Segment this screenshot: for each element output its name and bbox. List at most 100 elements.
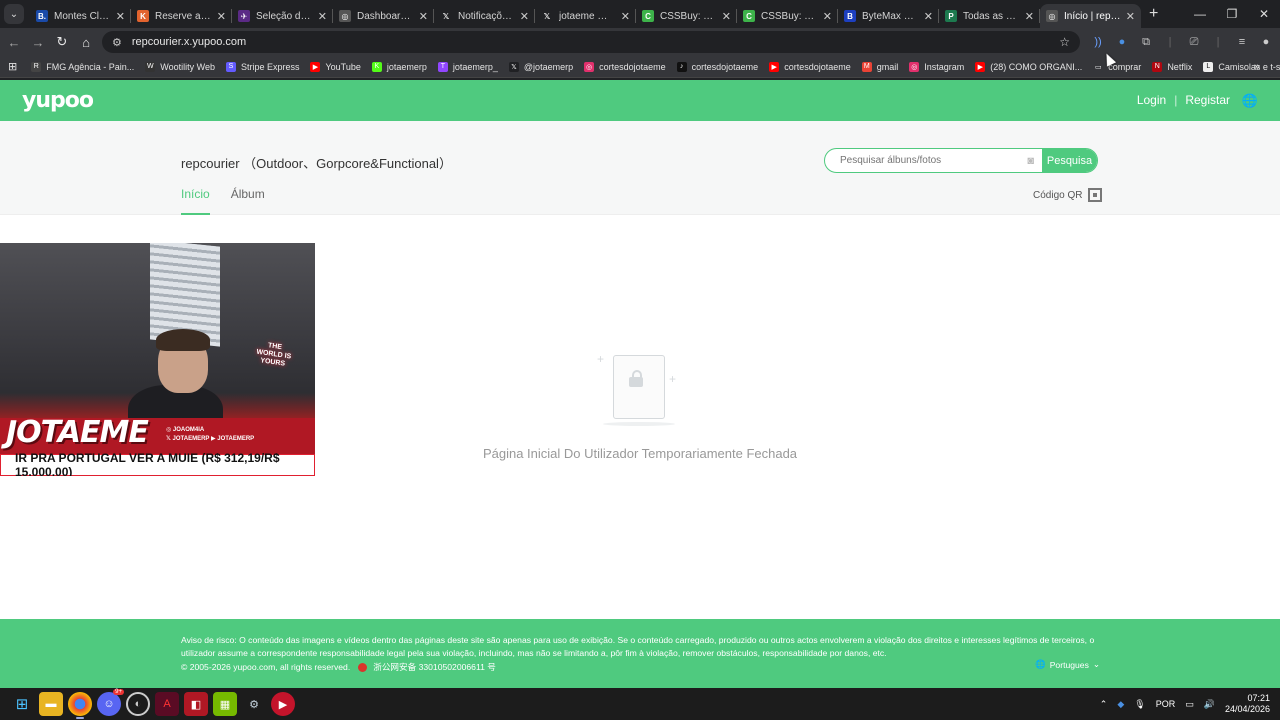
tab-search-button[interactable]: ⌄ — [4, 4, 24, 24]
x-icon: 𝕏 — [440, 10, 452, 22]
browser-tab[interactable]: ◎ Início | repcou ✕ — [1040, 4, 1141, 28]
bookmarks-bar: ⊞ R FMG Agência - Pain... W Wootility Web S S… — [0, 56, 1280, 78]
bookmark-label: cortesdojotaeme — [691, 61, 759, 72]
bookmark-item[interactable]: ▶ cortesdojotaeme — [769, 61, 851, 72]
search-input[interactable] — [825, 155, 1028, 166]
camera-icon[interactable]: ◙ — [1027, 155, 1034, 167]
p-icon: P — [945, 10, 957, 22]
yupoo-logo[interactable]: yupoo — [22, 88, 94, 113]
tab-inicio[interactable]: Início — [181, 187, 210, 215]
media-player-icon[interactable]: ▶ — [271, 692, 295, 716]
qr-code-link[interactable]: Código QR — [1033, 188, 1103, 202]
close-tab-icon[interactable]: ✕ — [1025, 10, 1034, 23]
adobe-icon[interactable]: A — [155, 692, 179, 716]
login-link[interactable]: Login — [1137, 93, 1166, 107]
bookmark-item[interactable]: ◎ Instagram — [909, 61, 964, 72]
home-button[interactable]: ⌂ — [74, 35, 98, 50]
bookmark-item[interactable]: ▭ comprar — [1093, 61, 1141, 72]
close-window-button[interactable]: ✕ — [1248, 0, 1280, 28]
bookmark-item[interactable]: ◎ cortesdojotaeme — [584, 61, 666, 72]
discord-icon[interactable]: ☺ 9+ — [97, 689, 124, 716]
bookmark-item[interactable]: W Wootility Web — [145, 61, 215, 72]
globe-icon[interactable]: 🌐 — [1242, 93, 1258, 109]
chrome-icon[interactable] — [68, 692, 92, 719]
apps-grid-icon[interactable]: ⊞ — [8, 60, 17, 73]
browser-tab[interactable]: B ByteMax Excha ✕ — [838, 4, 939, 28]
bookmark-item[interactable]: ♪ cortesdojotaeme — [676, 61, 759, 72]
close-tab-icon[interactable]: ✕ — [924, 10, 933, 23]
bookmark-favicon-icon: ▭ — [1093, 61, 1104, 72]
tab-album[interactable]: Álbum — [231, 187, 265, 215]
browser-tab[interactable]: C CSSBuy: Taoba ✕ — [737, 4, 838, 28]
bookmark-item[interactable]: N Netflix — [1152, 61, 1192, 72]
browser-tab[interactable]: C CSSBuy: Taoba ✕ — [636, 4, 737, 28]
tray-overflow-icon[interactable]: ⌃ — [1100, 699, 1108, 710]
browser-tab[interactable]: 𝕏 Notificações / ✕ — [434, 4, 535, 28]
social-handles: ◎ JOAOM4IA 𝕏 JOTAEMERP ▶ JOTAEMERP — [166, 426, 254, 444]
browser-tab[interactable]: B. Montes Claros ✕ — [30, 4, 131, 28]
extension-icon[interactable]: )) — [1086, 36, 1110, 48]
address-bar[interactable]: ⚙ repcourier.x.yupoo.com ☆ — [102, 31, 1080, 53]
close-tab-icon[interactable]: ✕ — [823, 10, 832, 23]
browser-tab[interactable]: 𝕏jotaeme 🇧🇷 (@j ✕ — [535, 4, 636, 28]
reading-list-icon[interactable]: ≡ — [1230, 36, 1254, 48]
volume-icon[interactable]: 🔊 — [1204, 699, 1215, 710]
bookmark-item[interactable]: Kjotaemerp — [371, 61, 427, 72]
windows-start-icon[interactable]: ⊞ — [10, 692, 34, 716]
cast-icon[interactable]: ⎚ — [1182, 36, 1206, 49]
bookmark-item[interactable]: ▶ (28) COMO ORGANI... — [975, 61, 1082, 72]
close-tab-icon[interactable]: ✕ — [217, 10, 226, 23]
clock[interactable]: 07:21 24/04/2026 — [1225, 693, 1270, 715]
browser-tab[interactable]: K Reserve agora ✕ — [131, 4, 232, 28]
tab-strip: ⌄ B. Montes Claros ✕ K Reserve agora ✕ ✈ Seleçã… — [0, 0, 1280, 28]
bookmark-item[interactable]: R FMG Agência - Pain... — [31, 61, 134, 72]
extension-icon[interactable]: ● — [1110, 36, 1134, 48]
icp-link[interactable]: 浙公网安备 33010502006611 号 — [373, 661, 496, 673]
close-tab-icon[interactable]: ✕ — [520, 10, 529, 23]
search-button[interactable]: Pesquisa — [1042, 149, 1097, 172]
maximize-button[interactable]: ❐ — [1216, 0, 1248, 28]
bookmark-item[interactable]: Mgmail — [861, 61, 898, 72]
file-explorer-icon[interactable]: ▬ — [39, 692, 63, 716]
bookmark-label: jotaemerp_ — [452, 61, 498, 72]
extensions-puzzle-icon[interactable]: ⧉ — [1134, 36, 1158, 49]
qr-code-icon — [1088, 188, 1103, 202]
bookmark-label: cortesdojotaeme — [599, 61, 666, 72]
bookmark-item[interactable]: S Stripe Express — [225, 61, 299, 72]
language-indicator[interactable]: POR — [1156, 699, 1176, 709]
register-link[interactable]: Registar — [1185, 93, 1230, 107]
close-tab-icon[interactable]: ✕ — [419, 10, 428, 23]
language-selector[interactable]: 🌐 Portugues ⌄ — [1035, 659, 1100, 670]
cssbuy-icon: C — [642, 10, 654, 22]
nvidia-icon[interactable]: ▦ — [213, 692, 237, 716]
reload-button[interactable]: ↻ — [50, 34, 74, 50]
close-tab-icon[interactable]: ✕ — [116, 10, 125, 23]
site-info-icon[interactable]: ⚙ — [112, 36, 122, 49]
obs-icon[interactable]: ◐ — [126, 692, 150, 716]
bookmark-item[interactable]: L Camisolas e t-shirts... — [1203, 61, 1280, 72]
back-button[interactable]: ← — [2, 35, 26, 50]
browser-tab[interactable]: ✈ Seleção de vo ✕ — [232, 4, 333, 28]
bookmark-item[interactable]: ▶ YouTube — [310, 61, 361, 72]
close-tab-icon[interactable]: ✕ — [722, 10, 731, 23]
elgato-icon[interactable]: ◧ — [184, 692, 208, 716]
close-tab-icon[interactable]: ✕ — [1126, 10, 1135, 23]
minimize-button[interactable]: — — [1184, 0, 1216, 28]
close-tab-icon[interactable]: ✕ — [621, 10, 630, 23]
chevron-down-icon: ⌄ — [1092, 659, 1101, 669]
steam-icon[interactable]: ⚙ — [242, 692, 266, 716]
browser-tab[interactable]: P Todas as categ ✕ — [939, 4, 1040, 28]
new-tab-button[interactable]: + — [1149, 5, 1158, 23]
microphone-icon[interactable]: 🎙 — [1134, 699, 1145, 710]
bookmark-star-icon[interactable]: ☆ — [1059, 35, 1070, 49]
profile-avatar[interactable]: ● — [1254, 36, 1278, 48]
network-icon[interactable]: ▭ — [1185, 699, 1194, 710]
browser-tab[interactable]: ◎ Dashboard - L ✕ — [333, 4, 434, 28]
bookmark-item[interactable]: 𝕏 @jotaemerp — [508, 61, 573, 72]
security-icon[interactable]: ◆ — [1117, 699, 1124, 710]
close-tab-icon[interactable]: ✕ — [318, 10, 327, 23]
bookmarks-overflow-icon[interactable]: » — [1254, 61, 1260, 73]
bookmark-item[interactable]: Tjotaemerp_ — [437, 61, 498, 72]
qr-label: Código QR — [1033, 189, 1083, 201]
forward-button[interactable]: → — [26, 35, 50, 50]
